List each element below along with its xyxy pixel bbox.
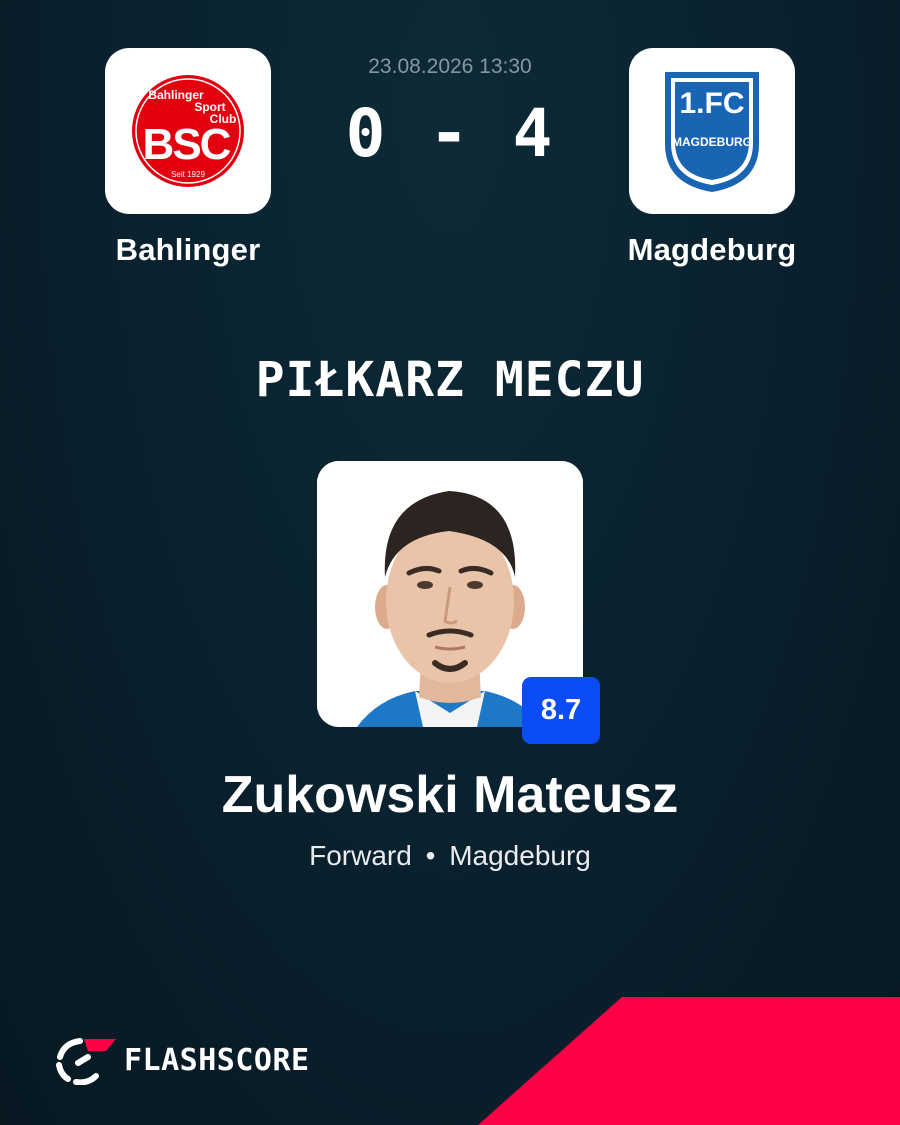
player-rating-badge: 8.7	[522, 677, 600, 744]
match-score: 0 - 4	[345, 95, 555, 172]
player-meta: Forward • Magdeburg	[0, 840, 900, 872]
svg-text:BSC: BSC	[143, 120, 231, 169]
home-team-logo[interactable]: Bahlinger Sport Club BSC Seit 1929	[105, 48, 271, 214]
home-team-name[interactable]: Bahlinger	[58, 232, 318, 268]
meta-separator: •	[425, 840, 436, 871]
player-name[interactable]: Zukowski Mateusz	[0, 765, 900, 825]
flashscore-logo-icon	[56, 1038, 116, 1085]
fc-magdeburg-crest-icon: 1.FC MAGDEBURG	[665, 72, 759, 192]
away-team-name[interactable]: Magdeburg	[582, 232, 842, 268]
bsc-crest-icon: Bahlinger Sport Club BSC Seit 1929	[132, 75, 244, 187]
svg-text:1.FC: 1.FC	[679, 87, 744, 120]
away-team-logo[interactable]: 1.FC MAGDEBURG	[629, 48, 795, 214]
svg-text:MAGDEBURG: MAGDEBURG	[672, 135, 752, 149]
player-of-the-match-title: PIŁKARZ MECZU	[255, 352, 645, 408]
flashscore-brand[interactable]: FLASHSCORE	[54, 1035, 310, 1085]
player-team[interactable]: Magdeburg	[449, 840, 591, 871]
svg-text:Seit 1929: Seit 1929	[171, 170, 205, 179]
player-position: Forward	[309, 840, 412, 871]
flashscore-wordmark: FLASHSCORE	[124, 1042, 310, 1078]
match-datetime: 23.08.2026 13:30	[368, 55, 532, 78]
match-card: Bahlinger Sport Club BSC Seit 1929 1.FC …	[0, 0, 900, 1125]
